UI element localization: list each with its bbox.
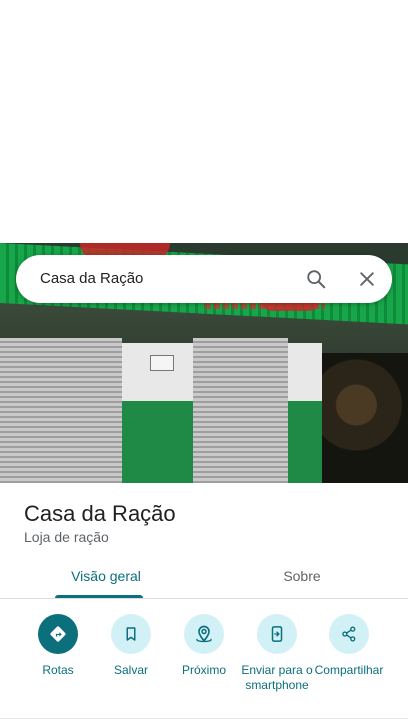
- send-to-phone-label: Enviar para o smartphone: [241, 663, 313, 692]
- send-to-phone-icon[interactable]: [257, 614, 297, 654]
- directions-button[interactable]: Rotas: [22, 614, 94, 678]
- photo-notice: [150, 355, 174, 371]
- photo-pillar-base: [122, 401, 193, 483]
- share-button[interactable]: Compartilhar: [313, 614, 385, 678]
- nearby-label: Próximo: [181, 663, 226, 677]
- photo-shutter-right: [193, 338, 288, 483]
- place-title: Casa da Ração: [24, 501, 176, 526]
- close-icon[interactable]: [353, 265, 381, 293]
- photo-shutter-left: [0, 338, 122, 483]
- tab-about[interactable]: Sobre: [252, 568, 352, 598]
- bookmark-icon[interactable]: [111, 614, 151, 654]
- nearby-icon[interactable]: [184, 614, 224, 654]
- search-icon[interactable]: [302, 265, 330, 293]
- send-to-phone-button[interactable]: Enviar para o smartphone: [241, 614, 313, 693]
- bottom-divider: [0, 718, 408, 719]
- photo-pillar-base: [288, 401, 322, 483]
- tab-divider: [0, 598, 408, 599]
- directions-icon[interactable]: [38, 614, 78, 654]
- photo-trees: [322, 353, 408, 483]
- nearby-button[interactable]: Próximo: [168, 614, 240, 678]
- share-icon[interactable]: [329, 614, 369, 654]
- directions-label: Rotas: [42, 663, 74, 677]
- save-label: Salvar: [113, 663, 148, 677]
- share-label: Compartilhar: [314, 663, 384, 677]
- place-category[interactable]: Loja de ração: [24, 529, 109, 545]
- save-button[interactable]: Salvar: [95, 614, 167, 678]
- search-query[interactable]: Casa da Ração: [40, 270, 143, 287]
- tab-overview[interactable]: Visão geral: [55, 568, 157, 598]
- search-bar[interactable]: Casa da Ração: [16, 255, 392, 303]
- map-area[interactable]: [0, 0, 408, 243]
